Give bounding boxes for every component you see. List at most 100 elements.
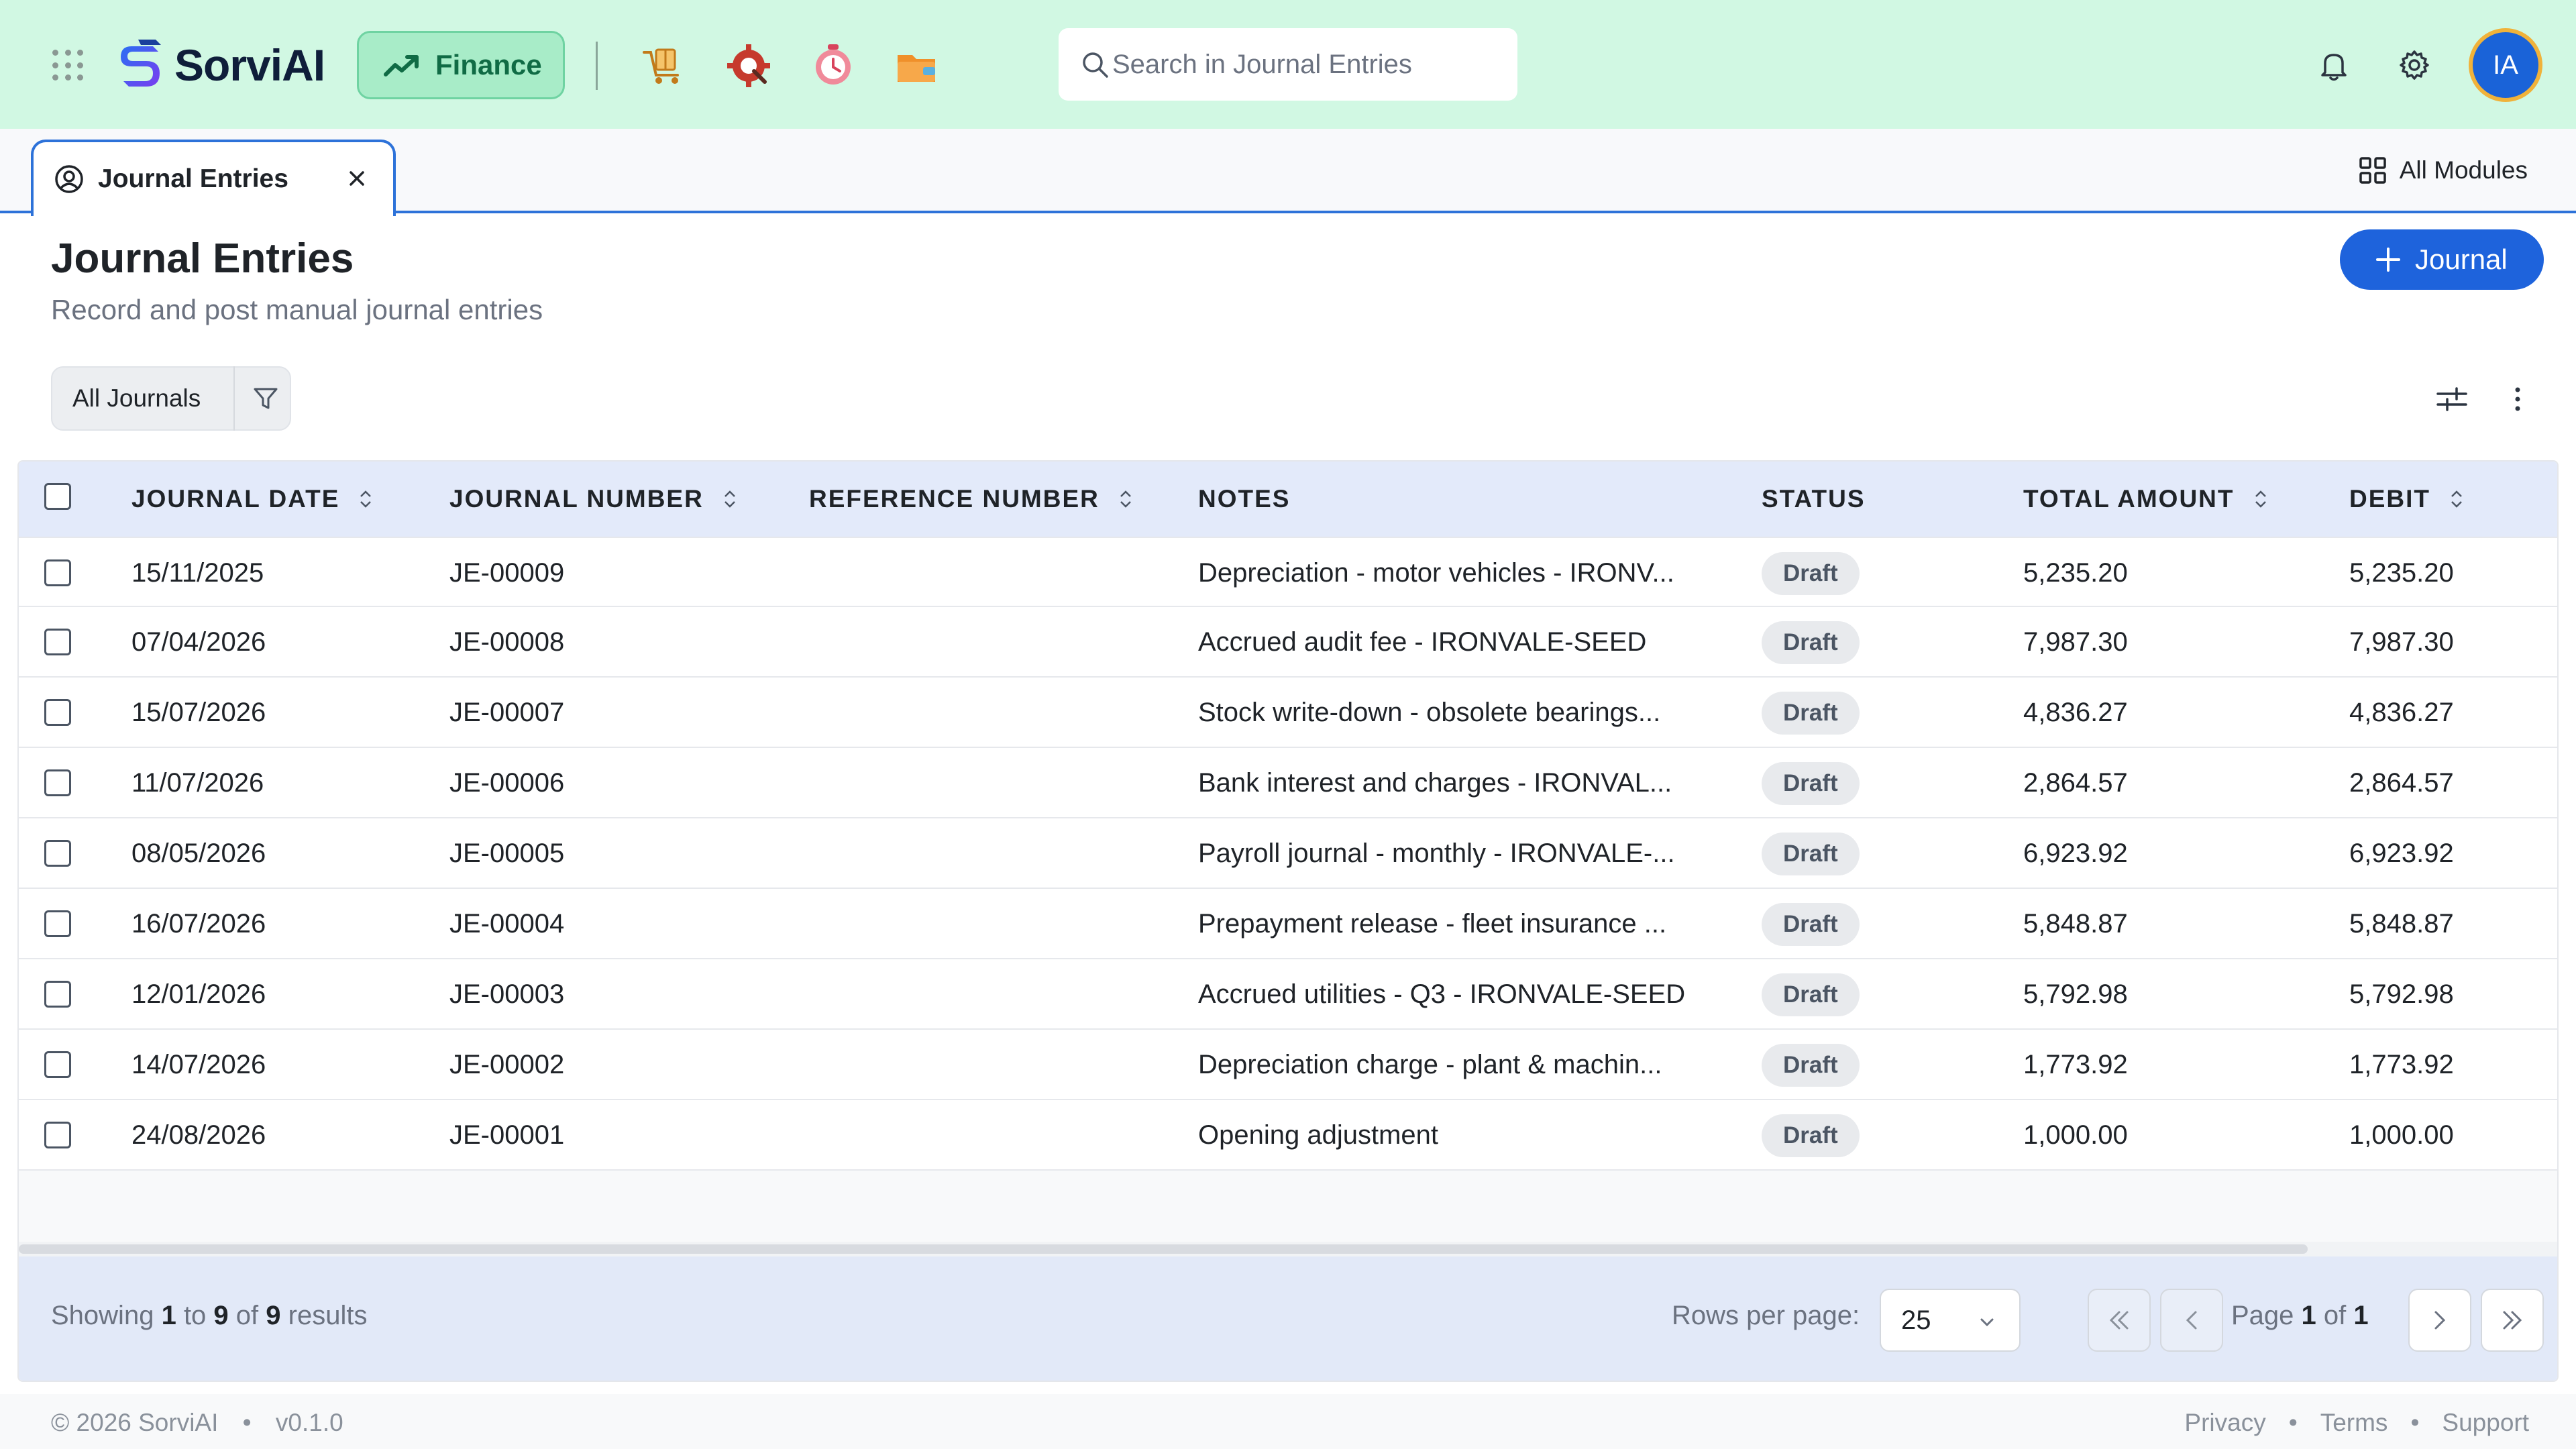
row-checkbox[interactable] xyxy=(44,981,71,1008)
scrollbar-thumb[interactable] xyxy=(19,1244,2308,1254)
table-row[interactable]: 16/07/2026 JE-00004 Prepayment release -… xyxy=(19,889,2557,959)
terms-link[interactable]: Terms xyxy=(2320,1409,2388,1437)
journal-number-cell[interactable]: JE-00007 xyxy=(449,678,564,748)
status-badge: Draft xyxy=(1762,551,1860,595)
all-modules-button[interactable]: All Modules xyxy=(2358,156,2528,185)
table-row[interactable]: 15/11/2025 JE-00009 Depreciation - motor… xyxy=(19,537,2557,608)
status-badge: Draft xyxy=(1762,973,1860,1016)
row-checkbox[interactable] xyxy=(44,1051,71,1078)
column-header-reference-number[interactable]: REFERENCE NUMBER xyxy=(809,462,1137,537)
results-from: 1 xyxy=(161,1301,176,1330)
table-row[interactable]: 07/04/2026 JE-00008 Accrued audit fee - … xyxy=(19,607,2557,678)
journal-number-cell[interactable]: JE-00009 xyxy=(449,538,564,608)
table-row[interactable]: 12/01/2026 JE-00003 Accrued utilities - … xyxy=(19,959,2557,1030)
journal-number-cell[interactable]: JE-00002 xyxy=(449,1030,564,1100)
journal-date-cell: 07/04/2026 xyxy=(131,627,266,657)
table-row[interactable]: 24/08/2026 JE-00001 Opening adjustment D… xyxy=(19,1100,2557,1171)
wallet-folder-icon[interactable] xyxy=(894,42,942,90)
status-cell: Draft xyxy=(1762,889,1860,959)
sort-icon[interactable] xyxy=(1114,488,1137,511)
procurement-cart-icon[interactable] xyxy=(639,42,687,90)
time-clock-icon[interactable] xyxy=(809,42,857,90)
notes-cell: Stock write-down - obsolete bearings... xyxy=(1198,698,1661,727)
column-header-journal-number[interactable]: JOURNAL NUMBER xyxy=(449,462,741,537)
row-checkbox[interactable] xyxy=(44,559,71,586)
status-badge: Draft xyxy=(1762,902,1860,946)
results-summary-text: of xyxy=(235,1301,259,1330)
bell-icon[interactable] xyxy=(2316,47,2352,83)
privacy-link[interactable]: Privacy xyxy=(2184,1409,2265,1437)
chevron-left-icon xyxy=(2186,1311,2197,1330)
search-box[interactable] xyxy=(1059,28,1517,101)
debit-cell: 6,923.92 xyxy=(2349,839,2454,868)
sliders-icon[interactable] xyxy=(2435,382,2469,416)
more-vertical-icon[interactable] xyxy=(2501,382,2534,416)
column-header-debit[interactable]: DEBIT xyxy=(2349,462,2468,537)
status-cell: Draft xyxy=(1762,748,1860,818)
row-checkbox[interactable] xyxy=(44,629,71,655)
column-header-journal-date[interactable]: JOURNAL DATE xyxy=(131,462,377,537)
next-page-button[interactable] xyxy=(2408,1289,2471,1352)
avatar[interactable]: IA xyxy=(2469,28,2542,102)
horizontal-scrollbar[interactable] xyxy=(19,1242,2557,1256)
sort-icon[interactable] xyxy=(354,488,377,511)
journal-number-cell[interactable]: JE-00001 xyxy=(449,1100,564,1171)
journal-number-cell[interactable]: JE-00005 xyxy=(449,818,564,889)
journal-date-cell: 15/07/2026 xyxy=(131,698,266,727)
row-checkbox[interactable] xyxy=(44,769,71,796)
column-header-status[interactable]: STATUS xyxy=(1762,462,1866,537)
first-page-button[interactable] xyxy=(2088,1289,2151,1352)
column-header-notes[interactable]: NOTES xyxy=(1198,462,1290,537)
separator-dot: • xyxy=(2410,1409,2420,1436)
divider xyxy=(233,366,235,431)
separator-dot: • xyxy=(2288,1409,2298,1436)
total-amount-cell: 6,923.92 xyxy=(2023,839,2128,868)
view-filter-chip[interactable]: All Journals xyxy=(51,366,291,431)
top-bar: SorviAI Finance Search in Journal Entrie… xyxy=(0,0,2576,129)
tab-strip: Journal Entries All Modules xyxy=(0,129,2576,216)
journal-date-cell: 24/08/2026 xyxy=(131,1120,266,1150)
filter-icon[interactable] xyxy=(251,384,280,413)
row-checkbox[interactable] xyxy=(44,1122,71,1148)
total-amount-cell: 4,836.27 xyxy=(2023,698,2128,727)
status-cell: Draft xyxy=(1762,1100,1860,1171)
total-amount-cell: 5,235.20 xyxy=(2023,558,2128,588)
row-checkbox[interactable] xyxy=(44,910,71,937)
rows-per-page-select[interactable]: 25 xyxy=(1880,1289,2021,1352)
journal-date-cell: 16/07/2026 xyxy=(131,909,266,938)
notes-cell: Bank interest and charges - IRONVAL... xyxy=(1198,768,1672,798)
module-switcher-finance[interactable]: Finance xyxy=(357,31,565,99)
sort-icon[interactable] xyxy=(718,488,741,511)
column-header-label: STATUS xyxy=(1762,485,1866,513)
journal-number-cell[interactable]: JE-00004 xyxy=(449,889,564,959)
journal-number-cell[interactable]: JE-00008 xyxy=(449,607,564,678)
close-icon[interactable] xyxy=(345,166,369,191)
search-input[interactable] xyxy=(1112,49,1488,80)
app-launcher-icon[interactable] xyxy=(52,50,85,82)
previous-page-button[interactable] xyxy=(2160,1289,2223,1352)
page-count: 1 xyxy=(2353,1301,2369,1330)
brand-logo[interactable]: SorviAI xyxy=(111,35,325,95)
table-row[interactable]: 15/07/2026 JE-00007 Stock write-down - o… xyxy=(19,678,2557,748)
table-row[interactable]: 08/05/2026 JE-00005 Payroll journal - mo… xyxy=(19,818,2557,889)
row-checkbox[interactable] xyxy=(44,840,71,867)
service-gear-icon[interactable] xyxy=(724,42,773,90)
results-summary-text: results xyxy=(288,1301,368,1330)
sort-icon[interactable] xyxy=(2249,488,2272,511)
add-journal-button[interactable]: Journal xyxy=(2340,229,2544,290)
row-checkbox[interactable] xyxy=(44,699,71,726)
gear-icon[interactable] xyxy=(2396,47,2432,83)
select-all-checkbox[interactable] xyxy=(44,483,71,510)
table-row[interactable]: 14/07/2026 JE-00002 Depreciation charge … xyxy=(19,1030,2557,1100)
tab-journal-entries[interactable]: Journal Entries xyxy=(31,140,396,216)
support-link[interactable]: Support xyxy=(2442,1409,2529,1437)
journal-number-cell[interactable]: JE-00003 xyxy=(449,959,564,1030)
column-header-total-amount[interactable]: TOTAL AMOUNT xyxy=(2023,462,2272,537)
all-modules-label: All Modules xyxy=(2399,156,2528,184)
notes-cell: Prepayment release - fleet insurance ... xyxy=(1198,909,1667,938)
table-row[interactable]: 11/07/2026 JE-00006 Bank interest and ch… xyxy=(19,748,2557,818)
journal-number-cell[interactable]: JE-00006 xyxy=(449,748,564,818)
last-page-button[interactable] xyxy=(2481,1289,2544,1352)
sort-icon[interactable] xyxy=(2445,488,2468,511)
results-to: 9 xyxy=(213,1301,229,1330)
